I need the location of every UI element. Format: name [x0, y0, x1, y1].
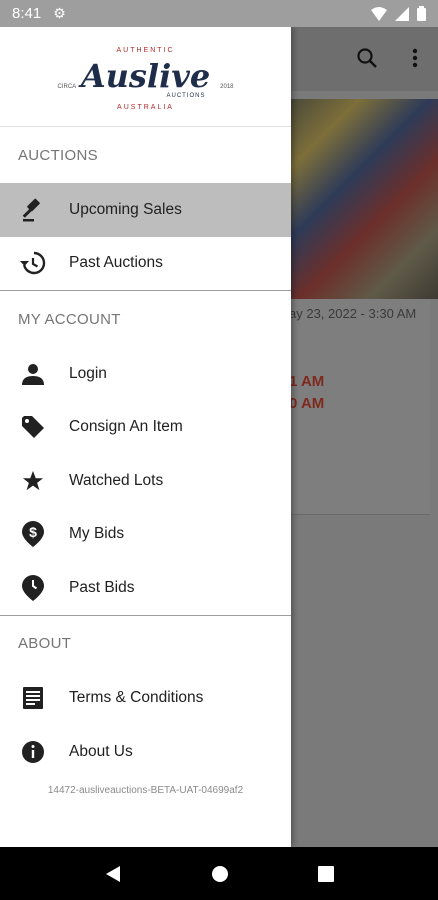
menu-item-my-bids[interactable]: $ My Bids [0, 508, 291, 562]
menu-item-label: Consign An Item [69, 418, 183, 436]
wifi-icon [371, 6, 387, 21]
recents-icon[interactable] [317, 865, 334, 882]
auslive-logo: AUTHENTIC CIRCA Auslive 2018 AUCTIONS AU… [56, 37, 236, 117]
signal-icon [395, 6, 409, 21]
menu-item-consign-an-item[interactable]: Consign An Item [0, 401, 291, 455]
clock-pin-icon [20, 574, 46, 601]
auction-time-start: 1 AM [289, 373, 325, 390]
dollar-pin-icon: $ [20, 521, 46, 548]
settings-gear-icon: ⚙ [53, 5, 66, 21]
logo-sub-text: AUCTIONS [166, 92, 206, 99]
system-navigation-bar [0, 847, 438, 900]
auction-time-end: 0 AM [289, 395, 325, 412]
menu-item-watched-lots[interactable]: Watched Lots [0, 454, 291, 508]
menu-item-past-auctions[interactable]: Past Auctions [0, 237, 291, 291]
navigation-drawer: AUTHENTIC CIRCA Auslive 2018 AUCTIONS AU… [0, 27, 291, 847]
status-icons [371, 6, 426, 21]
menu-item-label: Login [69, 364, 107, 382]
gavel-icon [20, 197, 46, 223]
status-time: 8:41 [12, 5, 42, 22]
home-icon[interactable] [211, 865, 229, 883]
auction-image [291, 99, 438, 299]
history-icon [20, 250, 46, 276]
menu-item-label: Terms & Conditions [69, 689, 204, 707]
menu-item-label: Upcoming Sales [69, 200, 182, 218]
info-icon [20, 739, 46, 765]
logo-main-text: Auslive [80, 56, 211, 95]
menu-item-label: Past Bids [69, 578, 135, 596]
search-icon[interactable] [356, 47, 378, 69]
menu-item-upcoming-sales[interactable]: Upcoming Sales [0, 183, 291, 237]
battery-icon [417, 6, 426, 21]
menu-item-label: Past Auctions [69, 254, 163, 272]
status-bar: 8:41 ⚙ [0, 0, 438, 27]
section-header-auctions: AUCTIONS [18, 146, 98, 164]
app-version-text: 14472-ausliveauctions-BETA-UAT-04699af2 [47, 784, 244, 796]
menu-item-past-bids[interactable]: Past Bids [0, 561, 291, 615]
auction-date: ay 23, 2022 - 3:30 AM [289, 306, 417, 321]
document-icon [20, 685, 46, 711]
section-header-my-account: MY ACCOUNT [18, 310, 121, 328]
section-header-about: ABOUT [18, 635, 72, 652]
star-icon [20, 468, 46, 494]
drawer-header: AUTHENTIC CIRCA Auslive 2018 AUCTIONS AU… [0, 27, 291, 127]
more-vert-icon[interactable] [412, 47, 418, 69]
menu-item-about-us[interactable]: About Us [0, 725, 291, 779]
person-icon [20, 361, 46, 387]
svg-text:$: $ [29, 524, 37, 540]
menu-item-terms-conditions[interactable]: Terms & Conditions [0, 672, 291, 726]
logo-top-text: AUTHENTIC [116, 46, 175, 54]
menu-item-label: About Us [69, 742, 133, 760]
logo-bottom-text: AUSTRALIA [117, 103, 174, 111]
tag-icon [20, 414, 46, 440]
back-icon[interactable] [104, 865, 122, 883]
logo-right-text: 2018 [220, 83, 234, 90]
menu-item-login[interactable]: Login [0, 347, 291, 401]
menu-item-label: Watched Lots [69, 471, 164, 489]
menu-item-label: My Bids [69, 525, 125, 543]
